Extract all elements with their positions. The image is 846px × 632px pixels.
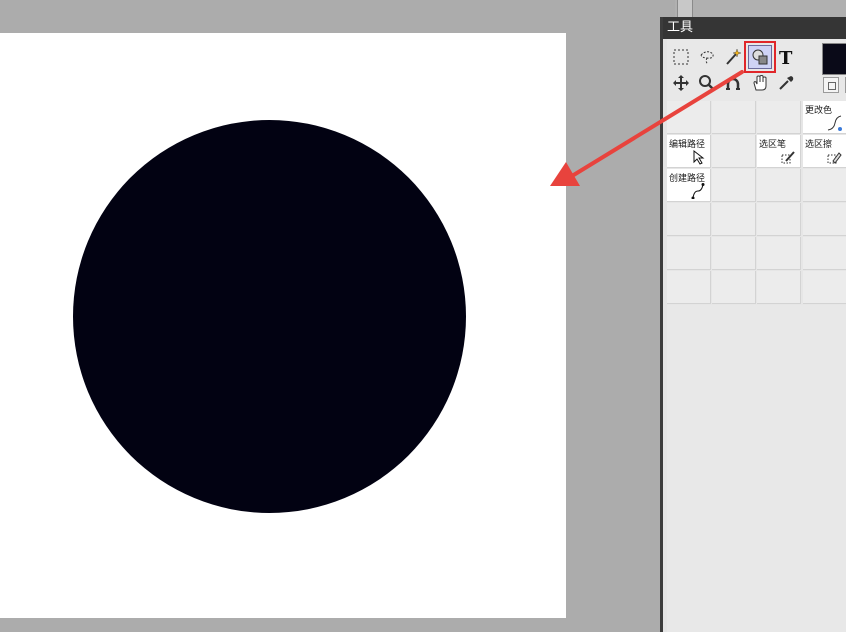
annotation-arrow (550, 70, 744, 186)
